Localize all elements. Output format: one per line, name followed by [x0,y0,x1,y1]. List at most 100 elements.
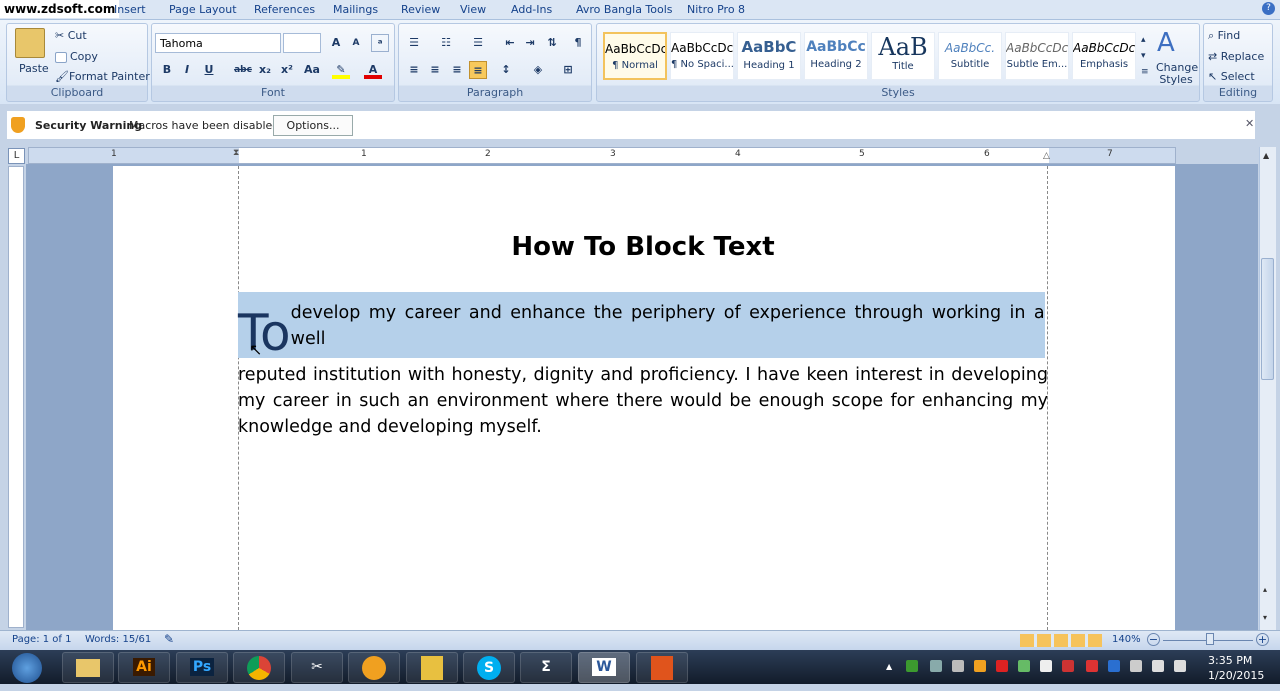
font-color-button[interactable]: A [364,61,382,79]
snipping-tool-icon[interactable]: ✂ [291,652,343,683]
tray-icon[interactable] [906,660,918,672]
style-no-spacing[interactable]: AaBbCcDc ¶ No Spaci... [670,32,734,80]
tab-add-ins[interactable]: Add-Ins [511,3,552,16]
document-paragraph[interactable]: To develop my career and enhance the per… [238,300,1048,440]
skype-icon[interactable]: S [463,652,515,683]
word-count[interactable]: Words: 15/61 [85,634,151,645]
word-icon[interactable]: W [578,652,630,683]
illustrator-icon[interactable]: Ai [118,652,170,683]
italic-button[interactable]: I [178,61,196,79]
page-count[interactable]: Page: 1 of 1 [12,634,71,645]
tab-stop-selector[interactable]: L [8,148,25,164]
network-icon[interactable] [1152,660,1164,672]
paste-icon[interactable] [15,28,45,58]
indent-marker[interactable]: ⧗ [233,148,239,158]
tab-nitro-pro[interactable]: Nitro Pro 8 [687,3,745,16]
decrease-indent-icon[interactable]: ⇤ [501,34,519,52]
nitro-pdf-icon[interactable] [636,652,688,683]
align-left-icon[interactable]: ≡ [405,61,423,79]
clock-time[interactable]: 3:35 PM [1208,654,1252,667]
tray-icon[interactable] [952,660,964,672]
style-title[interactable]: AaB Title [871,32,935,80]
style-subtitle[interactable]: AaBbCc. Subtitle [938,32,1002,80]
shading-icon[interactable]: ◈ [529,61,547,79]
clear-formatting-icon[interactable]: ᵃ [371,34,389,52]
bullets-icon[interactable]: ☰ [405,34,423,52]
explorer-icon[interactable] [62,652,114,683]
style-subtle-emphasis[interactable]: AaBbCcDc Subtle Em... [1005,32,1069,80]
paste-button[interactable]: Paste [19,62,49,75]
align-right-icon[interactable]: ≡ [448,61,466,79]
flag-icon[interactable] [1040,660,1052,672]
notes-app-icon[interactable] [406,652,458,683]
cut-button[interactable]: ✂ Cut [55,29,87,42]
options-button[interactable]: Options... [273,115,353,136]
tab-references[interactable]: References [254,3,315,16]
superscript-button[interactable]: x² [278,61,296,79]
tab-insert[interactable]: Insert [114,3,146,16]
tray-icon[interactable] [1062,660,1074,672]
tab-avro-bangla-tools[interactable]: Avro Bangla Tools [576,3,673,16]
media-player-icon[interactable] [348,652,400,683]
numbering-icon[interactable]: ☷ [437,34,455,52]
font-size-select[interactable] [283,33,321,53]
show-hidden-icons[interactable]: ▲ [886,662,892,671]
style-heading-2[interactable]: AaBbCc Heading 2 [804,32,868,80]
font-name-select[interactable]: Tahoma [155,33,281,53]
copy-button[interactable]: Copy [55,50,98,63]
sort-icon[interactable]: ⇅ [543,34,561,52]
zoom-in-icon[interactable]: + [1256,633,1269,646]
volume-icon[interactable] [1174,660,1186,672]
tray-icon[interactable] [974,660,986,672]
zoom-level[interactable]: 140% [1112,634,1141,645]
clock-date[interactable]: 1/20/2015 [1208,669,1264,682]
styles-scroll-icon[interactable]: ▴ ▾ ≡ [1141,32,1149,80]
tab-review[interactable]: Review [401,3,440,16]
vertical-scrollbar[interactable]: ▲ ▴ ▾ [1259,147,1276,630]
change-styles-icon[interactable]: A [1157,28,1175,58]
select-button[interactable]: ↖ Select [1208,70,1255,83]
show-formatting-button[interactable]: ¶ [569,34,587,52]
subscript-button[interactable]: x₂ [256,61,274,79]
grow-font-button[interactable]: A [327,34,345,52]
tray-icon[interactable] [1086,660,1098,672]
photoshop-icon[interactable]: Ps [176,652,228,683]
highlight-icon[interactable]: ✎ [332,61,350,79]
help-icon[interactable]: ? [1262,2,1275,15]
strikethrough-button[interactable]: abc [232,61,254,79]
underline-button[interactable]: U [200,61,218,79]
scroll-up-icon[interactable]: ▲ [1263,151,1269,160]
start-button[interactable] [12,653,42,683]
increase-indent-icon[interactable]: ⇥ [521,34,539,52]
style-heading-1[interactable]: AaBbC Heading 1 [737,32,801,80]
line-spacing-icon[interactable]: ↕ [497,61,515,79]
right-indent-marker[interactable]: △ [1043,151,1050,161]
change-styles-button[interactable]: Change Styles [1156,62,1198,86]
change-case-button[interactable]: Aa [300,61,324,79]
tab-mailings[interactable]: Mailings [333,3,378,16]
view-buttons-icon[interactable] [1020,634,1102,647]
next-page-icon[interactable]: ▾ [1263,613,1267,622]
shrink-font-button[interactable]: A [347,34,365,52]
proofing-icon[interactable]: ✎ [164,632,174,646]
tab-view[interactable]: View [460,3,486,16]
tab-page-layout[interactable]: Page Layout [169,3,237,16]
borders-icon[interactable]: ⊞ [559,61,577,79]
format-painter-button[interactable]: 🖌Format Painter [55,70,150,83]
style-emphasis[interactable]: AaBbCcDc Emphasis [1072,32,1136,80]
horizontal-ruler[interactable]: 1 1 2 3 4 5 6 7 ⧗ △ [28,147,1176,164]
tray-icon[interactable] [1130,660,1142,672]
close-icon[interactable]: ✕ [1245,117,1254,130]
style-normal[interactable]: AaBbCcDc ¶ Normal [603,32,667,80]
tray-icon[interactable] [996,660,1008,672]
zoom-slider-thumb[interactable] [1206,633,1214,645]
multilevel-list-icon[interactable]: ☰ [469,34,487,52]
tray-icon[interactable] [930,660,942,672]
zoom-out-icon[interactable]: − [1147,633,1160,646]
justify-icon[interactable]: ≡ [469,61,487,79]
document-heading[interactable]: How To Block Text [238,232,1048,262]
scrollbar-thumb[interactable] [1261,258,1274,380]
bold-button[interactable]: B [158,61,176,79]
replace-button[interactable]: ⇄ Replace [1208,50,1264,63]
previous-page-icon[interactable]: ▴ [1263,585,1267,594]
